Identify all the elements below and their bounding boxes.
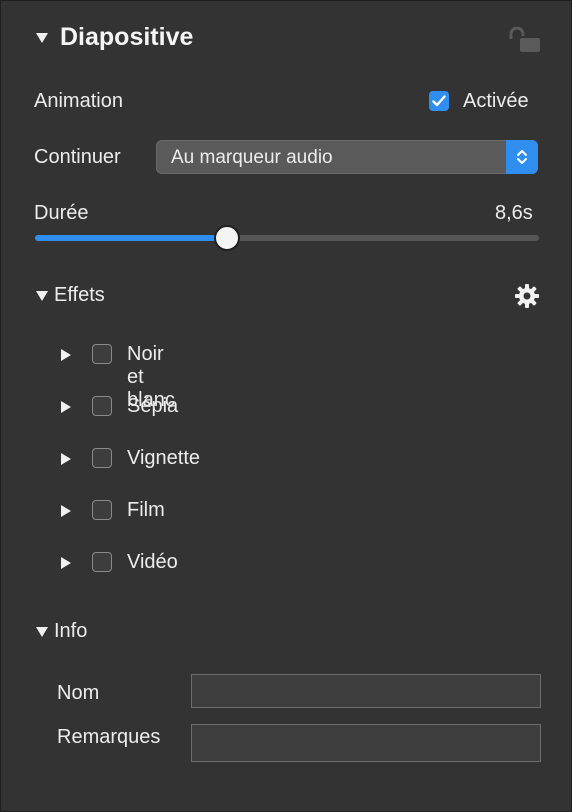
animation-checkbox[interactable] bbox=[429, 91, 449, 111]
disclosure-triangle-icon[interactable] bbox=[61, 505, 71, 517]
continue-select-value: Au marqueur audio bbox=[171, 147, 333, 168]
animation-checkbox-label[interactable]: Activée bbox=[463, 90, 529, 113]
effect-label[interactable]: Vignette bbox=[127, 447, 200, 470]
name-label: Nom bbox=[57, 682, 100, 704]
collapse-triangle-icon[interactable] bbox=[36, 33, 48, 43]
duration-slider-knob[interactable] bbox=[213, 225, 240, 251]
updown-chevron-icon[interactable] bbox=[506, 140, 538, 174]
gear-icon[interactable] bbox=[514, 283, 540, 309]
disclosure-triangle-icon[interactable] bbox=[61, 349, 71, 361]
continue-label: Continuer bbox=[34, 146, 121, 168]
lock-open-icon[interactable] bbox=[508, 26, 542, 53]
inspector-panel: Diapositive Animation Activée Continuer … bbox=[0, 0, 572, 812]
panel-title: Diapositive bbox=[60, 23, 194, 51]
effect-checkbox[interactable] bbox=[92, 552, 112, 572]
effects-collapse-triangle-icon[interactable] bbox=[36, 291, 48, 301]
info-title: Info bbox=[54, 620, 88, 642]
effect-checkbox[interactable] bbox=[92, 344, 112, 364]
disclosure-triangle-icon[interactable] bbox=[61, 453, 71, 465]
effects-title: Effets bbox=[54, 284, 105, 306]
name-field[interactable] bbox=[191, 674, 541, 708]
effect-checkbox[interactable] bbox=[92, 448, 112, 468]
continue-select[interactable]: Au marqueur audio bbox=[156, 140, 538, 174]
duration-slider[interactable] bbox=[35, 235, 539, 241]
info-collapse-triangle-icon[interactable] bbox=[36, 627, 48, 637]
disclosure-triangle-icon[interactable] bbox=[61, 401, 71, 413]
effect-checkbox[interactable] bbox=[92, 396, 112, 416]
effect-checkbox[interactable] bbox=[92, 500, 112, 520]
duration-slider-fill bbox=[35, 235, 227, 241]
notes-label: Remarques bbox=[57, 726, 161, 748]
duration-value: 8,6s bbox=[495, 202, 533, 224]
effect-label[interactable]: Film bbox=[127, 499, 165, 522]
animation-label: Animation bbox=[34, 90, 123, 112]
notes-field[interactable] bbox=[191, 724, 541, 762]
disclosure-triangle-icon[interactable] bbox=[61, 557, 71, 569]
duration-label: Durée bbox=[34, 202, 89, 224]
effect-label[interactable]: Sépia bbox=[127, 395, 178, 418]
effect-label[interactable]: Vidéo bbox=[127, 551, 178, 574]
